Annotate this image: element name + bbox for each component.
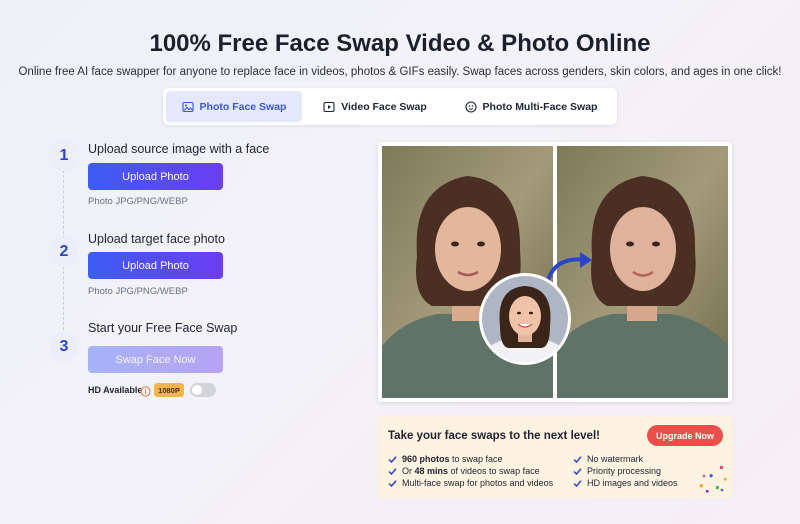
step-number-3: 3 <box>49 332 79 362</box>
hd-resolution-badge: 1080P <box>154 383 184 397</box>
video-play-icon <box>323 101 335 113</box>
feature-hd-text: HD images and videos <box>587 478 678 488</box>
step-number-2: 2 <box>49 237 79 267</box>
upgrade-panel: Take your face swaps to the next level! … <box>378 416 732 498</box>
check-icon <box>388 455 397 464</box>
feature-priority: Priority processing <box>573 466 661 476</box>
tab-label: Photo Face Swap <box>199 100 287 113</box>
feature-hd: HD images and videos <box>573 478 678 488</box>
upload-source-photo-button[interactable]: Upload Photo <box>88 163 223 190</box>
tab-photo-face-swap[interactable]: Photo Face Swap <box>166 91 302 122</box>
face-swap-preview <box>378 142 732 402</box>
image-icon <box>181 101 194 113</box>
step-title-1: Upload source image with a face <box>88 142 270 156</box>
check-icon <box>388 479 397 488</box>
confetti-icon <box>699 466 727 493</box>
feature-no-watermark: No watermark <box>573 454 643 464</box>
check-icon <box>573 479 582 488</box>
upload-target-photo-button[interactable]: Upload Photo <box>88 252 223 279</box>
feature-videos-text: of videos to swap face <box>448 466 540 476</box>
hero-title: 100% Free Face Swap Video & Photo Online <box>149 30 651 57</box>
check-icon <box>388 467 397 476</box>
step-title-3: Start your Free Face Swap <box>88 321 238 335</box>
toggle-knob <box>192 385 202 395</box>
feature-multi-face: Multi-face swap for photos and videos <box>388 478 553 488</box>
info-icon[interactable] <box>140 384 151 397</box>
feature-no-watermark-text: No watermark <box>587 454 644 464</box>
hd-toggle[interactable] <box>190 383 216 397</box>
tab-video-face-swap[interactable]: Video Face Swap <box>302 91 448 122</box>
tab-photo-multi-face-swap[interactable]: Photo Multi-Face Swap <box>448 91 614 122</box>
check-icon <box>573 467 582 476</box>
hero-subtitle: Online free AI face swapper for anyone t… <box>18 66 782 78</box>
upgrade-title: Take your face swaps to the next level! <box>388 430 600 442</box>
hd-available-label: HD Available <box>88 385 143 395</box>
tab-label: Video Face Swap <box>341 100 427 113</box>
feature-multi-face-text: Multi-face swap for photos and videos <box>402 478 554 488</box>
feature-videos-pre: Or <box>402 466 415 476</box>
mode-tabs: Photo Face Swap Video Face Swap Photo Mu… <box>163 88 617 125</box>
feature-photos-text: to swap face <box>449 454 503 464</box>
feature-videos-count: 48 mins <box>414 466 449 476</box>
feature-photos: 960 photos to swap face <box>388 454 503 464</box>
target-format-hint: Photo JPG/PNG/WEBP <box>88 286 188 297</box>
source-format-hint: Photo JPG/PNG/WEBP <box>88 196 188 207</box>
target-face-avatar <box>479 273 571 365</box>
feature-priority-text: Priority processing <box>587 466 662 476</box>
upgrade-now-button[interactable]: Upgrade Now <box>647 425 723 446</box>
tab-label: Photo Multi-Face Swap <box>482 100 598 113</box>
step-title-2: Upload target face photo <box>88 232 225 246</box>
feature-photos-count: 960 photos <box>402 454 450 464</box>
multi-face-icon <box>464 100 477 113</box>
swap-face-now-button[interactable]: Swap Face Now <box>88 346 223 373</box>
step-number-1: 1 <box>49 141 79 171</box>
check-icon <box>573 455 582 464</box>
feature-videos: Or 48 mins of videos to swap face <box>388 466 540 476</box>
